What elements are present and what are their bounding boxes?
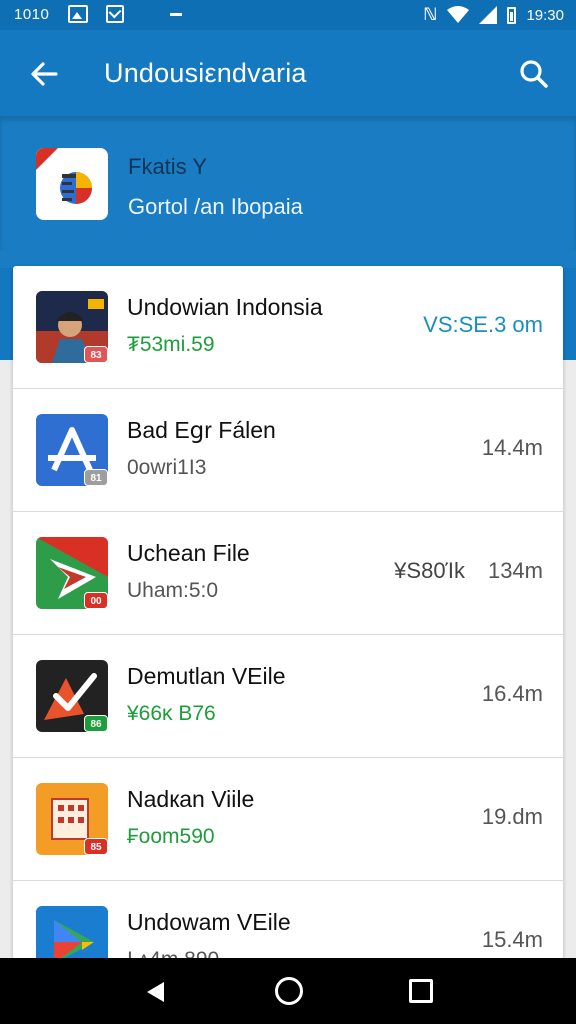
header-title: Fkatis Y <box>128 154 208 179</box>
image-icon <box>68 5 88 23</box>
app-price: ₣oom590 <box>127 825 215 848</box>
app-version: 0owri1Ι3 <box>127 456 207 479</box>
list-item[interactable]: 81 Bad Eցr Fálen 0owri1Ι3 14.4m <box>13 389 563 512</box>
app-price: ¥S80Ίk <box>394 558 465 583</box>
status-time-right: 19:30 <box>526 6 564 24</box>
app-name: Undowian Indonsia <box>127 294 323 320</box>
app-badge: 85 <box>84 838 108 855</box>
app-price: ¥66ĸ B76 <box>127 702 216 725</box>
list-item[interactable]: 00 Uchean File Uham:5:0 ¥S80Ίk 134m <box>13 512 563 635</box>
selected-app-header: Fkatis Y Gortol /an Ibopaia <box>0 116 576 250</box>
home-circle-icon[interactable] <box>275 977 303 1005</box>
app-price: ₮53mi.59 <box>127 333 215 356</box>
app-size: 14.4m <box>481 435 543 460</box>
back-triangle-icon[interactable] <box>144 980 168 1004</box>
app-size: 15.4m <box>481 927 543 952</box>
list-item[interactable]: 85 Nadкan Viile ₣oom590 19.dm <box>13 758 563 881</box>
list-item[interactable]: 86 Demutlan VEile ¥66ĸ B76 16.4m <box>13 635 563 758</box>
app-size: 16.4m <box>481 681 543 706</box>
app-size: VS:SΕ.3 om <box>423 312 543 337</box>
search-icon <box>520 60 548 88</box>
app-name: Demutlan VEile <box>127 663 286 689</box>
signal-icon <box>479 6 498 24</box>
minus-icon <box>170 13 182 16</box>
navigation-bar <box>0 958 576 1024</box>
app-badge: 00 <box>84 592 108 609</box>
app-badge: 81 <box>84 469 108 486</box>
nfc-icon: ℕ <box>423 5 438 24</box>
app-logo-icon <box>36 148 108 220</box>
app-name: Uchean File <box>127 540 250 566</box>
app-list[interactable]: 83 Undowian Indonsia ₮53mi.59 VS:SΕ.3 om… <box>13 266 563 966</box>
app-name: Nadкan Viile <box>127 786 255 812</box>
search-button[interactable] <box>512 52 556 96</box>
mail-icon <box>106 5 124 23</box>
app-size: 134m <box>487 558 543 583</box>
page-title: Undousiεndvaria <box>104 58 307 88</box>
header-subtitle: Gortol /an Ibopaia <box>128 194 303 219</box>
app-name: Bad Eցr Fálen <box>127 417 276 443</box>
list-item[interactable]: 83 Undowian Indonsia ₮53mi.59 VS:SΕ.3 om <box>13 266 563 389</box>
recents-square-icon[interactable] <box>409 979 433 1003</box>
app-name: Undowam VEile <box>127 909 291 935</box>
status-time-left: 1010 <box>14 6 50 23</box>
arrow-left-icon <box>31 62 58 86</box>
status-bar: 1010 ℕ 19:30 <box>0 0 576 30</box>
wifi-icon <box>447 6 470 24</box>
app-size: 19.dm <box>481 804 543 829</box>
play-store-icon <box>36 906 108 966</box>
back-button[interactable] <box>22 52 66 96</box>
app-badge: 86 <box>84 715 108 732</box>
app-bar: Undousiεndvaria <box>0 30 576 116</box>
battery-icon <box>507 6 517 24</box>
status-right: ℕ 19:30 <box>423 5 564 25</box>
app-version: Uham:5:0 <box>127 579 219 602</box>
app-badge: 83 <box>84 346 108 363</box>
list-item[interactable]: Undowam VEile Ӏ ѧ4m.890 15.4m <box>13 881 563 966</box>
